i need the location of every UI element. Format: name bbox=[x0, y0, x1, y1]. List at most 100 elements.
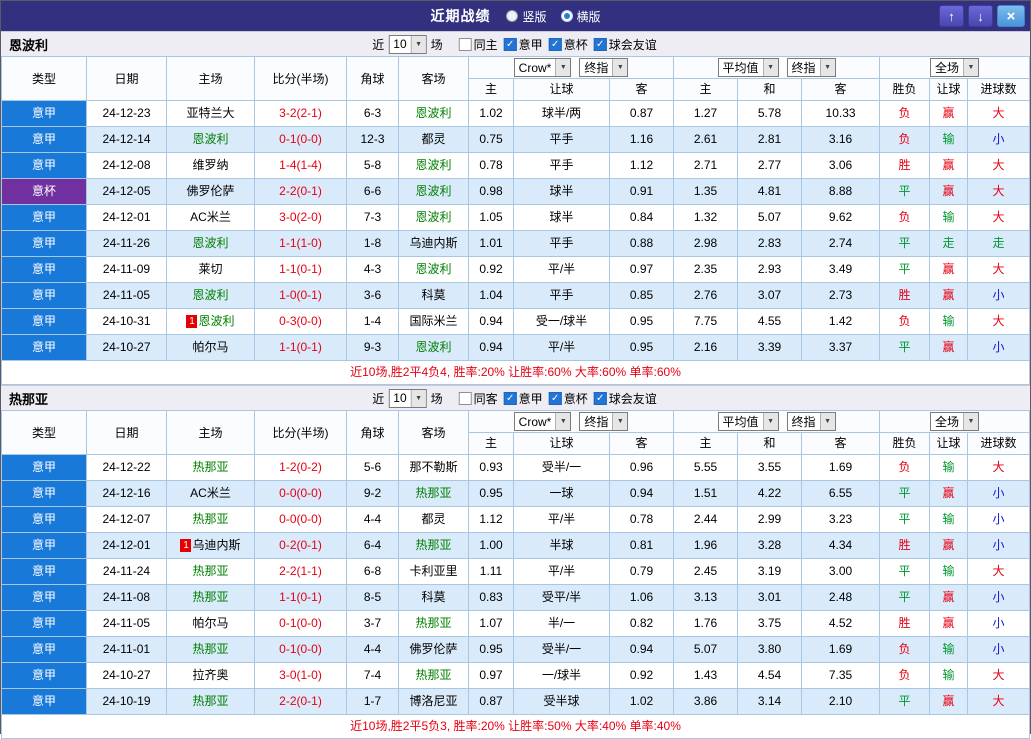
home-team-cell: 佛罗伦萨 bbox=[166, 178, 255, 205]
section-header: 恩波利 近 10▼ 场 ✓ 同主 ✓ 意甲 ✓ 意杯 bbox=[1, 31, 1030, 56]
avg-away-odds-cell: 2.10 bbox=[801, 688, 881, 715]
same-venue-checkbox[interactable]: ✓ bbox=[458, 391, 472, 405]
score-cell: 3-0(1-0) bbox=[254, 662, 347, 689]
match-row: 意甲 24-12-14 恩波利 0-1(0-0) 12-3 都灵 0.75 平手 1.16 2.6… bbox=[1, 126, 1030, 153]
date-cell: 24-11-05 bbox=[86, 610, 167, 637]
home-odds-cell: 0.83 bbox=[468, 584, 514, 611]
period-select[interactable]: 全场 ▼ bbox=[930, 412, 980, 431]
period-select[interactable]: 全场 ▼ bbox=[930, 58, 980, 77]
avg-draw-odds-cell: 3.14 bbox=[737, 688, 803, 715]
home-odds-cell: 1.05 bbox=[468, 204, 514, 231]
match-row: 意甲 24-11-24 热那亚 2-2(1-1) 6-8 卡利亚里 1.11 平/半 0.79 2… bbox=[1, 558, 1030, 585]
avg-odds-select[interactable]: 平均值 ▼ bbox=[717, 412, 779, 431]
recent-label: 近 bbox=[372, 37, 385, 52]
layout-option-vertical[interactable]: 竖版 bbox=[506, 8, 547, 25]
match-result-cell: 负 bbox=[879, 454, 931, 481]
odds-source-select[interactable]: Crow* ▼ bbox=[513, 412, 572, 431]
handicap-result-cell: 赢 bbox=[929, 152, 969, 179]
avg-odds-select[interactable]: 平均值 ▼ bbox=[717, 58, 779, 77]
recent-results-panel: 近期战绩 竖版 横版 ↑ ↓ × 恩波利 近 10 ▼ 场 同主 ✓ 意甲 ✓ … bbox=[0, 0, 1031, 739]
handicap-result-cell: 赢 bbox=[929, 584, 969, 611]
col-header-odds-home: 主 bbox=[468, 432, 514, 455]
match-row: 意甲 24-11-05 恩波利 1-0(0-1) 3-6 科莫 1.04 平手 0.85 2.76… bbox=[1, 282, 1030, 309]
check-icon: ✓ bbox=[596, 38, 605, 50]
avg-time-select[interactable]: 终指 ▼ bbox=[786, 412, 836, 431]
match-row: 意甲 24-12-16 AC米兰 0-0(0-0) 9-2 热那亚 0.95 一球 0.94 1.… bbox=[1, 480, 1030, 507]
filter-friendly[interactable]: ✓ 球会友谊 bbox=[593, 390, 657, 407]
date-cell: 24-12-23 bbox=[86, 100, 167, 127]
serie-a-checkbox[interactable]: ✓ bbox=[503, 37, 517, 51]
col-header-type: 类型 bbox=[1, 410, 87, 455]
goals-result-cell: 大 bbox=[967, 152, 1030, 179]
goals-result-cell: 走 bbox=[967, 230, 1030, 257]
filter-same-venue[interactable]: ✓ 同主 bbox=[458, 36, 498, 53]
layout-option-horizontal[interactable]: 横版 bbox=[560, 8, 601, 25]
same-venue-checkbox[interactable]: ✓ bbox=[458, 37, 472, 51]
avg-draw-odds-cell: 3.07 bbox=[737, 282, 803, 309]
date-cell: 24-11-05 bbox=[86, 282, 167, 309]
col-header-avg-draw: 和 bbox=[737, 432, 803, 455]
goals-result-cell: 小 bbox=[967, 480, 1030, 507]
goals-result-cell: 大 bbox=[967, 558, 1030, 585]
away-team-cell: 恩波利 bbox=[398, 334, 469, 361]
league-cell: 意甲 bbox=[1, 100, 87, 127]
handicap-line-cell: 球半/两 bbox=[513, 100, 610, 127]
serie-a-checkbox[interactable]: ✓ bbox=[503, 391, 517, 405]
league-cell: 意甲 bbox=[1, 230, 87, 257]
avg-time-select[interactable]: 终指 ▼ bbox=[786, 58, 836, 77]
filter-coppa-italia[interactable]: ✓ 意杯 bbox=[548, 390, 588, 407]
score-cell: 0-0(0-0) bbox=[254, 480, 347, 507]
corners-cell: 5-6 bbox=[346, 454, 399, 481]
avg-home-odds-cell: 1.51 bbox=[673, 480, 739, 507]
team-name-text: 乌迪内斯 bbox=[192, 538, 241, 552]
empoli-section: 恩波利 近 10▼ 场 ✓ 同主 ✓ 意甲 ✓ 意杯 bbox=[1, 31, 1030, 385]
away-odds-cell: 0.91 bbox=[608, 178, 675, 205]
match-result-cell: 负 bbox=[879, 204, 931, 231]
avg-home-odds-cell: 3.86 bbox=[673, 688, 739, 715]
coppa-checkbox[interactable]: ✓ bbox=[548, 37, 562, 51]
match-result-cell: 胜 bbox=[879, 532, 931, 559]
period-group-header: 全场 ▼ bbox=[879, 56, 1030, 79]
col-header-avg-away: 客 bbox=[801, 432, 881, 455]
recent-count-select[interactable]: 10 ▼ bbox=[388, 388, 427, 408]
handicap-line-cell: 平手 bbox=[513, 282, 610, 309]
scroll-up-button[interactable]: ↑ bbox=[939, 5, 964, 27]
coppa-checkbox[interactable]: ✓ bbox=[548, 391, 562, 405]
friendly-checkbox[interactable]: ✓ bbox=[593, 37, 607, 51]
filter-coppa-italia[interactable]: ✓ 意杯 bbox=[548, 36, 588, 53]
avg-home-odds-cell: 1.27 bbox=[673, 100, 739, 127]
date-cell: 24-12-07 bbox=[86, 506, 167, 533]
odds-source-select[interactable]: Crow* ▼ bbox=[513, 58, 572, 77]
filter-serie-a[interactable]: ✓ 意甲 bbox=[503, 36, 543, 53]
home-odds-cell: 0.78 bbox=[468, 152, 514, 179]
filter-same-venue[interactable]: ✓ 同客 bbox=[458, 390, 498, 407]
col-header-odds-handicap: 让球 bbox=[513, 78, 610, 101]
scroll-down-button[interactable]: ↓ bbox=[968, 5, 993, 27]
team-name-text: 科莫 bbox=[421, 288, 446, 302]
matches-table: 类型 日期 主场 比分(半场) 角球 客场 Crow* ▼ 终指 ▼ 平均值 ▼ 终指 ▼ … bbox=[1, 410, 1030, 739]
home-team-cell: 帕尔马 bbox=[166, 610, 255, 637]
checkbox-label: 同客 bbox=[473, 391, 498, 406]
handicap-result-cell: 赢 bbox=[929, 610, 969, 637]
league-cell: 意甲 bbox=[1, 204, 87, 231]
avg-away-odds-cell: 2.74 bbox=[801, 230, 881, 257]
home-team-cell: 恩波利 bbox=[166, 282, 255, 309]
goals-result-cell: 小 bbox=[967, 584, 1030, 611]
close-button[interactable]: × bbox=[997, 5, 1025, 27]
score-cell: 0-1(0-0) bbox=[254, 636, 347, 663]
friendly-checkbox[interactable]: ✓ bbox=[593, 391, 607, 405]
away-team-cell: 恩波利 bbox=[398, 152, 469, 179]
avg-draw-odds-cell: 2.99 bbox=[737, 506, 803, 533]
col-header-handicap-result: 让球 bbox=[929, 78, 969, 101]
col-header-score: 比分(半场) bbox=[254, 56, 347, 101]
filter-serie-a[interactable]: ✓ 意甲 bbox=[503, 390, 543, 407]
odds-time-select[interactable]: 终指 ▼ bbox=[579, 412, 629, 431]
filter-friendly[interactable]: ✓ 球会友谊 bbox=[593, 36, 657, 53]
odds-time-select[interactable]: 终指 ▼ bbox=[579, 58, 629, 77]
home-team-cell: 热那亚 bbox=[166, 688, 255, 715]
avg-home-odds-cell: 2.35 bbox=[673, 256, 739, 283]
goals-result-cell: 大 bbox=[967, 662, 1030, 689]
avg-draw-odds-cell: 3.39 bbox=[737, 334, 803, 361]
recent-count-select[interactable]: 10 ▼ bbox=[388, 34, 427, 54]
score-cell: 0-1(0-0) bbox=[254, 610, 347, 637]
